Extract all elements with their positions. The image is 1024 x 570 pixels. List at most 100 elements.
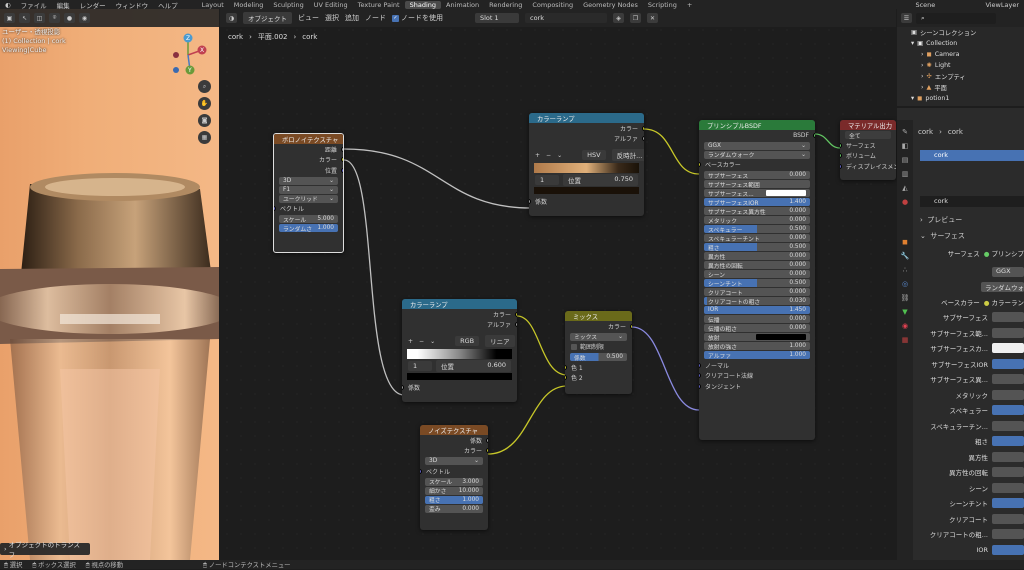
socket-icon[interactable] — [486, 448, 488, 454]
overlay-icon[interactable]: ⌾ — [49, 13, 60, 23]
menu-help[interactable]: ヘルプ — [153, 0, 183, 10]
socket-icon[interactable] — [565, 364, 567, 370]
object-breadcrumb[interactable]: cork — [918, 128, 933, 136]
target-dropdown[interactable]: 全て — [845, 131, 891, 139]
bsdf-field[interactable]: 放射の強さ 1.000 — [704, 342, 810, 350]
tab-uv-editing[interactable]: UV Editing — [309, 1, 353, 9]
surface-panel-header[interactable]: ⌄ サーフェス — [920, 231, 965, 241]
surface-shader-field[interactable]: ● プリンシプ — [984, 248, 1024, 258]
distribution-dropdown[interactable]: GGX ⌄ — [704, 141, 810, 150]
render-tab-icon[interactable]: ◧ — [902, 142, 909, 150]
data-tab-icon[interactable]: ▼ — [902, 308, 907, 316]
bsdf-field[interactable]: クリアコートの粗さ 0.030 — [704, 297, 810, 305]
socket-icon[interactable] — [515, 311, 517, 317]
bsdf-field[interactable]: シーンチント 0.500 — [704, 279, 810, 287]
socket-icon[interactable] — [486, 437, 488, 443]
bsdf-field[interactable]: サブサーフェス異方性 0.000 — [704, 207, 810, 215]
property-value-field[interactable] — [992, 343, 1024, 353]
outliner-item[interactable]: ▾ ◼ potion1 — [897, 93, 1024, 104]
property-value-field[interactable] — [992, 451, 1024, 462]
bsdf-field[interactable]: シーン 0.000 — [704, 270, 810, 278]
outliner-item[interactable]: ▾ ▣ Collection — [897, 38, 1024, 49]
socket-icon[interactable] — [341, 146, 343, 152]
node-header[interactable]: ミックス — [565, 311, 632, 321]
mix-node[interactable]: ミックス カラー ミックス ⌄ 範囲制限 係数 0.500 色 1 色 2 — [565, 311, 632, 394]
detail-field[interactable]: 細かさ 10.000 — [425, 486, 483, 495]
subsurface-method-dropdown[interactable]: ランダムウォーク ⌄ — [704, 150, 810, 159]
tab-compositing[interactable]: Compositing — [527, 1, 578, 9]
3d-viewport[interactable] — [0, 9, 219, 560]
menu-node[interactable]: ノード — [365, 13, 386, 23]
node-header[interactable]: ボロノイテクスチャ — [274, 134, 343, 144]
blend-mode-dropdown[interactable]: ミックス ⌄ — [570, 332, 627, 341]
outliner-item[interactable]: › ▲ 平面 — [897, 82, 1024, 93]
socket-icon[interactable] — [840, 142, 842, 148]
property-value-field[interactable] — [992, 358, 1024, 369]
socket-icon[interactable] — [699, 362, 701, 368]
color-ramp-bar[interactable] — [407, 348, 512, 359]
duplicate-icon[interactable]: ❐ — [630, 13, 641, 23]
socket-icon[interactable] — [341, 157, 343, 163]
stop-color-swatch[interactable] — [534, 187, 639, 194]
interpolation-dropdown[interactable]: リニア — [485, 335, 515, 348]
socket-icon[interactable] — [699, 373, 701, 379]
factor-field[interactable]: 係数 0.500 — [570, 353, 627, 361]
scale-field[interactable]: スケール 3.000 — [425, 477, 483, 486]
bsdf-field[interactable]: スペキュラー 0.500 — [704, 225, 810, 233]
property-value-field[interactable] — [992, 467, 1024, 477]
bsdf-field[interactable]: メタリック 0.000 — [704, 216, 810, 224]
breadcrumb-item[interactable]: cork — [302, 33, 317, 41]
property-value-field[interactable] — [992, 498, 1024, 508]
socket-icon[interactable] — [840, 163, 842, 169]
socket-icon[interactable] — [699, 162, 701, 168]
use-nodes-toggle[interactable]: ✓ ノードを使用 — [392, 13, 443, 23]
color-mode-dropdown[interactable]: RGB — [455, 336, 480, 347]
node-header[interactable]: マテリアル出力 — [840, 120, 896, 130]
shading-rendered-icon[interactable]: ◉ — [79, 13, 90, 23]
last-operation-panel[interactable]: › オブジェクトのトランスフ — [0, 541, 90, 559]
object-tab-icon[interactable]: ◼ — [902, 238, 908, 246]
property-value-field[interactable] — [992, 374, 1024, 384]
bsdf-field[interactable]: クリアコート 0.000 — [704, 288, 810, 296]
bsdf-field[interactable]: 異方性の回転 0.000 — [704, 261, 810, 269]
node-header[interactable]: カラーランプ — [529, 113, 644, 123]
dimensions-dropdown[interactable]: 3D ⌄ — [425, 457, 483, 465]
bsdf-field[interactable]: サブサーフェスIOR 1.400 — [704, 198, 810, 206]
tab-texture-paint[interactable]: Texture Paint — [353, 1, 405, 9]
constraints-tab-icon[interactable]: ⛓ — [901, 294, 910, 302]
scene-tab-icon[interactable]: ◭ — [902, 184, 907, 192]
ramp-menu-button[interactable]: ⌄ — [430, 338, 435, 345]
noise-texture-node[interactable]: ノイズテクスチャ 係数 カラー 3D ⌄ ベクトル スケール 3.000 細かさ 10… — [420, 425, 488, 530]
property-value-field[interactable] — [992, 405, 1024, 415]
tab-geometry-nodes[interactable]: Geometry Nodes — [578, 1, 643, 9]
roughness-field[interactable]: 粗さ 1.000 — [425, 495, 483, 504]
property-value-field[interactable] — [992, 529, 1024, 539]
physics-tab-icon[interactable]: ◎ — [902, 280, 908, 288]
material-selector[interactable]: cork — [525, 13, 607, 23]
outliner-scene-collection[interactable]: ▣ シーンコレクション — [897, 27, 1024, 38]
bsdf-field[interactable]: IOR 1.450 — [704, 306, 810, 314]
metric-dropdown[interactable]: ユークリッド ⌄ — [279, 194, 338, 203]
bsdf-field[interactable]: 伝播の粗さ 0.000 — [704, 324, 810, 332]
view-layer-tab-icon[interactable]: ▥ — [902, 170, 909, 178]
property-value-field[interactable] — [992, 389, 1024, 400]
socket-icon[interactable] — [840, 153, 842, 159]
distortion-field[interactable]: 歪み 0.000 — [425, 504, 483, 513]
shading-solid-icon[interactable]: ● — [64, 13, 75, 23]
stop-position-field[interactable]: 位置 0.600 — [436, 359, 511, 372]
bsdf-field[interactable]: スペキュラーチント 0.000 — [704, 234, 810, 242]
view-icon[interactable]: ◫ — [34, 13, 45, 23]
node-header[interactable]: プリンシプルBSDF — [699, 120, 815, 130]
bsdf-field[interactable]: 放射 — [704, 333, 810, 341]
dimensions-dropdown[interactable]: 3D ⌄ — [279, 176, 338, 185]
navigation-gizmo[interactable]: Z X Y — [170, 30, 210, 80]
socket-icon[interactable] — [529, 198, 531, 204]
principled-bsdf-node[interactable]: プリンシプルBSDF BSDF GGX ⌄ ランダムウォーク ⌄ ベースカラー サブ… — [699, 120, 815, 440]
scale-field[interactable]: スケール 5.000 — [279, 215, 338, 223]
particles-tab-icon[interactable]: ∴ — [903, 266, 907, 274]
bsdf-field[interactable]: 異方性 0.000 — [704, 252, 810, 260]
bsdf-field[interactable]: サブサーフェス... — [704, 189, 810, 197]
editor-type-icon[interactable]: ▣ — [4, 13, 15, 23]
outliner-item[interactable]: › ✺ Light — [897, 60, 1024, 71]
property-value-field[interactable] — [992, 513, 1024, 524]
